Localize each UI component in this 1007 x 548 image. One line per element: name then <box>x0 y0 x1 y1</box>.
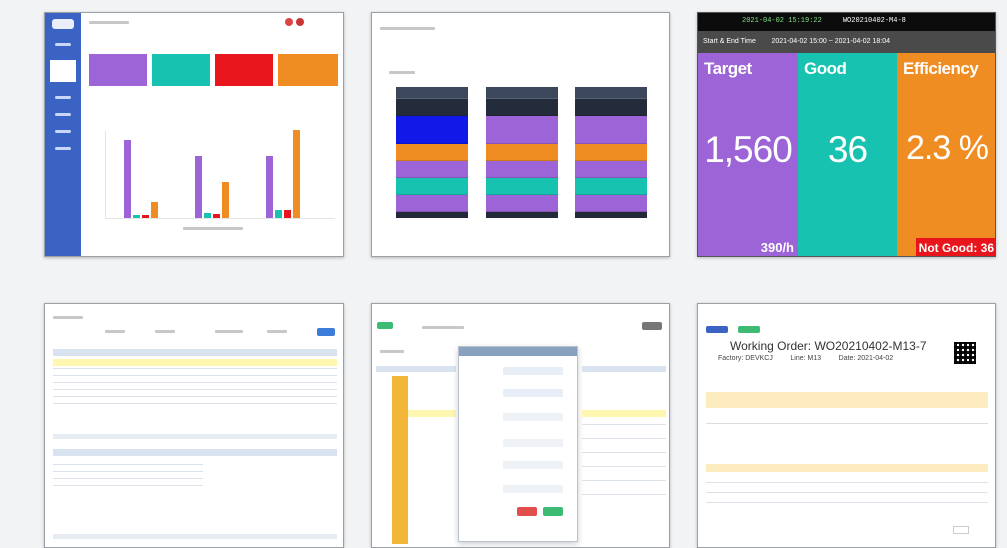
working-order-tile: Working Order: WO20210402-M13-7 Factory:… <box>697 303 996 548</box>
start-end-label: Start & End Time <box>703 38 756 45</box>
chart-bar <box>284 210 291 218</box>
export-button[interactable] <box>738 326 760 333</box>
date-label: Date: 2021-04-02 <box>838 355 894 362</box>
table-row-selected[interactable] <box>408 410 456 417</box>
station-status-tile <box>371 12 670 257</box>
tab-label[interactable] <box>380 350 404 353</box>
chart-bar <box>213 214 220 218</box>
filter-field[interactable] <box>215 330 243 333</box>
add-button[interactable] <box>377 322 393 329</box>
start-end-bar: Start & End Time 2021-04-02 15:00 ~ 2021… <box>698 31 995 53</box>
order-title: Working Order: WO20210402-M13-7 <box>730 339 927 353</box>
chart-bar <box>204 213 211 218</box>
sidebar-item-active[interactable] <box>50 60 76 82</box>
chart-bar <box>142 215 149 218</box>
table-row-selected[interactable] <box>53 359 337 366</box>
filter-field[interactable] <box>267 330 287 333</box>
sidebar-item[interactable] <box>55 96 71 99</box>
data-grid-tile <box>44 303 344 548</box>
chart-legend <box>183 227 243 230</box>
table-left-column <box>392 376 408 544</box>
table-header <box>582 366 666 372</box>
back-button[interactable] <box>706 326 728 333</box>
sidebar-item[interactable] <box>55 130 71 133</box>
table-row-selected[interactable] <box>582 410 666 417</box>
save-button[interactable] <box>543 507 563 516</box>
target-value: 1,560 <box>704 129 793 170</box>
chart-bar <box>124 140 131 218</box>
modal-field[interactable] <box>503 439 563 447</box>
filter-field[interactable] <box>105 330 125 333</box>
table-header <box>376 366 456 372</box>
modal-dialog <box>458 346 578 542</box>
bar-chart <box>105 130 335 219</box>
chart-bar <box>133 215 140 218</box>
target-title: Target <box>704 59 752 78</box>
efficiency-value: 2.3 % <box>906 129 989 167</box>
modal-field[interactable] <box>503 367 563 375</box>
modal-header <box>459 347 577 356</box>
stat-card-teal <box>152 54 210 86</box>
stat-card-orange <box>278 54 338 86</box>
search-input[interactable] <box>422 326 464 329</box>
chart-bar <box>195 156 202 218</box>
station-column <box>396 87 468 218</box>
notification-icon[interactable] <box>296 18 304 26</box>
modal-field[interactable] <box>503 389 563 397</box>
chart-bar <box>266 156 273 218</box>
grid-header <box>53 349 337 356</box>
dashboard-screenshot-tile <box>44 12 344 257</box>
good-panel: Good 36 <box>798 53 897 256</box>
good-value: 36 <box>827 129 868 170</box>
chart-bar <box>293 130 300 218</box>
chart-bar <box>275 210 282 218</box>
logo <box>52 19 74 29</box>
chart-bar <box>151 202 158 218</box>
target-rate: 390/h <box>760 240 794 255</box>
cancel-button[interactable] <box>517 507 537 516</box>
start-end-value: 2021-04-02 15:00 ~ 2021-04-02 18:04 <box>771 38 890 45</box>
info-table-header <box>706 392 988 408</box>
modal-field[interactable] <box>503 461 563 469</box>
target-panel: Target 1,560 390/h <box>698 53 798 256</box>
filter-field[interactable] <box>53 316 83 319</box>
line-label: Line: M13 <box>790 355 822 362</box>
user-avatar-icon[interactable] <box>285 18 293 26</box>
detail-table-header <box>706 464 988 472</box>
header-order: WO20210402-M4-8 <box>842 17 906 25</box>
stat-card-purple <box>89 54 147 86</box>
edit-dialog-tile <box>371 303 670 548</box>
info-table-row <box>706 410 988 424</box>
sidebar-item[interactable] <box>55 43 71 46</box>
station-column <box>575 87 647 218</box>
page-title <box>380 27 435 30</box>
order-meta: Factory: DEVKCJ Line: M13 Date: 2021-04-… <box>718 355 893 362</box>
detail-pager[interactable] <box>53 534 337 539</box>
filter-field[interactable] <box>155 330 175 333</box>
topbar <box>89 21 129 24</box>
sidebar-item[interactable] <box>55 113 71 116</box>
modal-field[interactable] <box>503 413 563 421</box>
factory-label: Factory: DEVKCJ <box>718 355 773 362</box>
modal-field[interactable] <box>503 485 563 493</box>
pager[interactable] <box>53 434 337 439</box>
chart-bar <box>222 182 229 218</box>
sidebar-item[interactable] <box>55 147 71 150</box>
header-time: 2021-04-02 15:19:22 <box>742 17 822 25</box>
search-button[interactable] <box>317 328 335 336</box>
good-title: Good <box>804 59 847 78</box>
sidebar <box>45 13 81 256</box>
pagination[interactable] <box>953 526 969 534</box>
toolbar-button[interactable] <box>642 322 662 330</box>
efficiency-panel: Efficiency 2.3 % Not Good: 36 <box>897 53 995 256</box>
filter-label <box>389 71 415 74</box>
efficiency-title: Efficiency <box>903 59 979 78</box>
not-good-badge: Not Good: 36 <box>915 238 995 256</box>
qr-code-icon <box>954 342 976 364</box>
kpi-board-tile: 2021-04-02 15:19:22 WO20210402-M4-8 Star… <box>697 12 996 257</box>
station-column <box>486 87 558 218</box>
stat-card-red <box>215 54 273 86</box>
detail-header <box>53 449 337 456</box>
board-header: 2021-04-02 15:19:22 WO20210402-M4-8 <box>698 13 995 31</box>
